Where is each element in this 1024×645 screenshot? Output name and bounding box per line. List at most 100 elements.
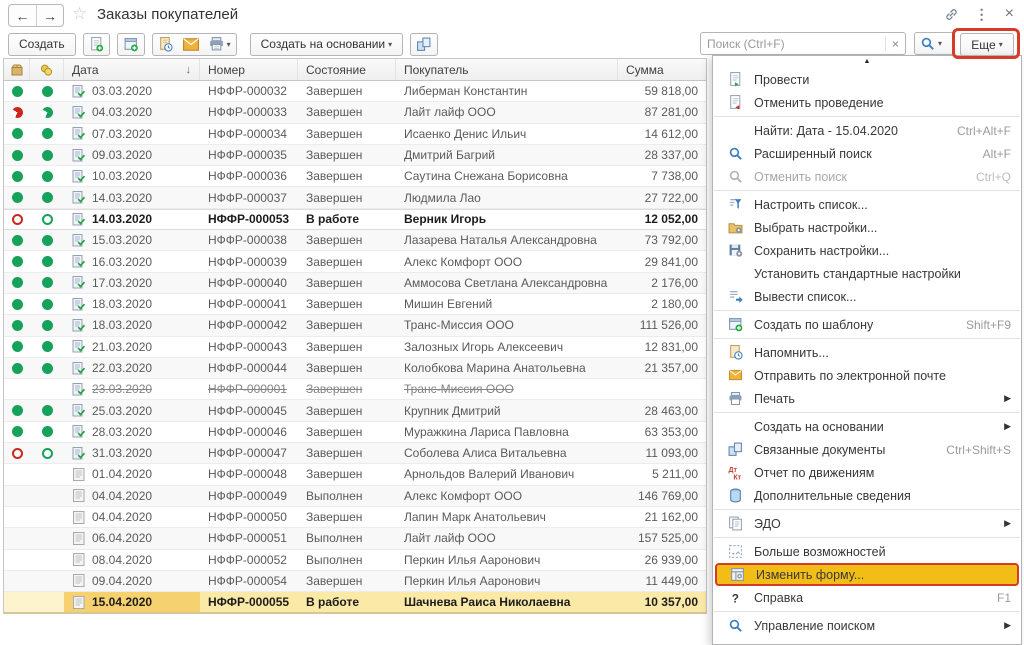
table-row[interactable]: 14.03.2020НФФР-000053В работеВерник Игор… [4,209,706,230]
table-row[interactable]: 01.04.2020НФФР-000048ЗавершенАрнольдов В… [4,464,706,485]
menu-item[interactable]: Больше возможностей [713,540,1021,563]
create-button[interactable]: Создать [8,33,76,56]
search-input[interactable] [701,37,885,51]
send-email-button[interactable] [178,34,204,55]
table-row[interactable]: 09.03.2020НФФР-000035ЗавершенДмитрий Баг… [4,145,706,166]
favorite-star-icon[interactable]: ☆ [72,4,87,24]
menu-item[interactable]: Провести [713,68,1021,91]
magnifier-icon [920,36,935,51]
linked-documents-button[interactable] [410,33,438,56]
shipment-status-cell [4,124,30,144]
forward-button[interactable]: → [36,5,63,26]
menu-item[interactable]: Найти: Дата - 15.04.2020Ctrl+Alt+F [713,119,1021,142]
status-cell: Выполнен [298,550,396,570]
status-cell: Завершен [298,102,396,122]
remind-button[interactable] [153,34,178,55]
document-clock-icon [158,37,173,52]
table-row[interactable]: 23.03.2020НФФР-000001ЗавершенТранс-Мисси… [4,379,706,400]
shipment-status-cell [4,251,30,271]
table-row[interactable]: 31.03.2020НФФР-000047ЗавершенСоболева Ал… [4,443,706,464]
table-row[interactable]: 17.03.2020НФФР-000040ЗавершенАммосова Св… [4,273,706,294]
column-header-date[interactable]: Дата↓ [64,59,200,80]
status-icon [42,171,53,182]
table-row[interactable]: 25.03.2020НФФР-000045ЗавершенКрупник Дми… [4,400,706,421]
close-icon[interactable]: × [1005,6,1014,22]
get-link-icon[interactable] [944,7,959,22]
status-cell: В работе [298,210,396,229]
posted-document-icon [72,404,86,417]
table-row[interactable]: 10.03.2020НФФР-000036ЗавершенСаутина Сне… [4,166,706,187]
menu-item[interactable]: Напомнить... [713,341,1021,364]
menu-item[interactable]: Отменить поискCtrl+Q [713,165,1021,188]
linked-documents-icon [416,37,432,52]
menu-item[interactable]: Сохранить настройки... [713,239,1021,262]
menu-separator [714,310,1020,311]
payment-coins-icon[interactable] [30,59,64,80]
table-row[interactable]: 04.04.2020НФФР-000050ЗавершенЛапин Марк … [4,507,706,528]
search-button[interactable]: ▾ [914,32,954,55]
table-row[interactable]: 18.03.2020НФФР-000041ЗавершенМишин Евген… [4,294,706,315]
svg-text:Кт: Кт [733,474,741,480]
column-header-sum[interactable]: Сумма [618,59,706,80]
table-row[interactable]: 09.04.2020НФФР-000054ЗавершенПеркин Илья… [4,571,706,592]
post-icon [728,73,744,87]
app-window: ← → ☆ Заказы покупателей ⋮ × Создать [0,0,1024,645]
menu-item[interactable]: Создать на основании▶ [713,415,1021,438]
table-row[interactable]: 18.03.2020НФФР-000042ЗавершенТранс-Мисси… [4,315,706,336]
status-cell: Завершен [298,166,396,186]
menu-item[interactable]: Расширенный поискAlt+F [713,142,1021,165]
menu-item[interactable]: Печать▶ [713,387,1021,410]
menu-item[interactable]: ?СправкаF1 [713,586,1021,609]
shipment-box-icon[interactable] [4,59,30,80]
more-button[interactable]: Еще▾ [960,33,1014,56]
table-row[interactable]: 06.04.2020НФФР-000051ВыполненЛайт лайф О… [4,528,706,549]
help-icon: ? [728,591,744,605]
create-copy-button[interactable] [83,33,110,56]
table-row[interactable]: 03.03.2020НФФР-000032ЗавершенЛиберман Ко… [4,81,706,102]
date-cell: 18.03.2020 [64,315,200,335]
column-header-customer[interactable]: Покупатель [396,59,618,80]
document-icon [72,489,86,502]
table-row[interactable]: 04.04.2020НФФР-000049ВыполненАлекс Комфо… [4,486,706,507]
back-button[interactable]: ← [9,5,36,26]
menu-item[interactable]: Вывести список... [713,285,1021,308]
table-row[interactable]: 22.03.2020НФФР-000044ЗавершенКолобкова М… [4,358,706,379]
menu-item[interactable]: Дополнительные сведения [713,484,1021,507]
menu-item[interactable]: Выбрать настройки... [713,216,1021,239]
table-row[interactable]: 15.03.2020НФФР-000038ЗавершенЛазарева На… [4,230,706,251]
menu-item[interactable]: ДтКтОтчет по движениям [713,461,1021,484]
sum-cell: 157 525,00 [618,528,706,548]
status-icon [42,150,53,161]
menu-item[interactable]: Установить стандартные настройки [713,262,1021,285]
column-header-number[interactable]: Номер [200,59,298,80]
menu-item[interactable]: Изменить форму... [715,563,1019,586]
table-row[interactable]: 15.04.2020НФФР-000055В работеШачнева Раи… [4,592,706,613]
menu-item[interactable]: Отправить по электронной почте [713,364,1021,387]
menu-item[interactable]: Управление поиском▶ [713,614,1021,637]
table-row[interactable]: 16.03.2020НФФР-000039ЗавершенАлекс Комфо… [4,251,706,272]
status-icon [42,235,53,246]
table-row[interactable]: 07.03.2020НФФР-000034ЗавершенИсаенко Ден… [4,124,706,145]
menu-item[interactable]: Настроить список... [713,193,1021,216]
kebab-menu-icon[interactable]: ⋮ [975,7,989,21]
create-based-on-button[interactable]: Создать на основании▾ [250,33,404,56]
table-row[interactable]: 14.03.2020НФФР-000037ЗавершенЛюдмила Лао… [4,187,706,208]
table-row[interactable]: 28.03.2020НФФР-000046ЗавершенМуражкина Л… [4,422,706,443]
menu-item[interactable]: Отменить проведение [713,91,1021,114]
number-cell: НФФР-000043 [200,337,298,357]
customer-cell: Арнольдов Валерий Иванович [396,464,618,484]
search-clear-icon[interactable]: × [885,37,905,51]
sum-cell: 2 180,00 [618,294,706,314]
create-by-template-button[interactable] [117,33,145,56]
status-cell: Завершен [298,187,396,207]
print-button[interactable]: ▾ [204,34,236,55]
menu-scroll-up-icon[interactable]: ▲ [713,56,1021,67]
menu-item[interactable]: ЭДО▶ [713,512,1021,535]
column-header-status[interactable]: Состояние [298,59,396,80]
menu-item[interactable]: Связанные документыCtrl+Shift+S [713,438,1021,461]
table-row[interactable]: 21.03.2020НФФР-000043ЗавершенЗалозных Иг… [4,337,706,358]
menu-item[interactable]: Создать по шаблонуShift+F9 [713,313,1021,336]
table-row[interactable]: 08.04.2020НФФР-000052ВыполненПеркин Илья… [4,550,706,571]
customer-cell: Залозных Игорь Алексеевич [396,337,618,357]
table-row[interactable]: 04.03.2020НФФР-000033ЗавершенЛайт лайф О… [4,102,706,123]
